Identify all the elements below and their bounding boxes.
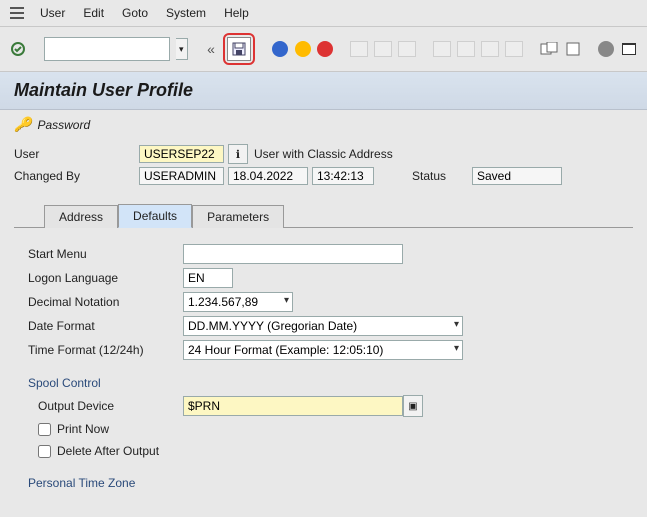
menu-system[interactable]: System bbox=[164, 4, 208, 22]
new-session-icon[interactable] bbox=[540, 39, 558, 59]
date-format-label: Date Format bbox=[28, 319, 183, 333]
time-format-select[interactable] bbox=[183, 340, 463, 360]
app-menu-icon[interactable] bbox=[10, 7, 24, 19]
user-desc: User with Classic Address bbox=[254, 147, 393, 161]
output-device-search-icon[interactable]: ▣ bbox=[403, 395, 423, 417]
spool-control-group: Spool Control bbox=[28, 376, 619, 390]
changed-date bbox=[228, 167, 308, 185]
time-format-label: Time Format (12/24h) bbox=[28, 343, 183, 357]
tab-parameters[interactable]: Parameters bbox=[192, 205, 284, 228]
user-info-icon[interactable]: ℹ bbox=[228, 144, 248, 164]
header-form: User ℹ User with Classic Address Changed… bbox=[0, 139, 647, 490]
logon-language-input[interactable] bbox=[183, 268, 233, 288]
password-button[interactable]: Password bbox=[37, 118, 90, 132]
changed-time bbox=[312, 167, 374, 185]
back-circle-icon[interactable] bbox=[272, 39, 289, 59]
menu-user[interactable]: User bbox=[38, 4, 67, 22]
user-input[interactable] bbox=[139, 145, 224, 163]
menu-goto[interactable]: Goto bbox=[120, 4, 150, 22]
date-format-select[interactable] bbox=[183, 316, 463, 336]
decimal-notation-label: Decimal Notation bbox=[28, 295, 183, 309]
first-page-icon bbox=[433, 39, 451, 59]
exit-icon[interactable] bbox=[294, 39, 311, 59]
tabstrip: Address Defaults Parameters bbox=[14, 203, 633, 228]
status-value bbox=[472, 167, 562, 185]
find-icon bbox=[374, 39, 392, 59]
last-page-icon bbox=[505, 39, 523, 59]
delete-after-output-checkbox[interactable] bbox=[38, 445, 51, 458]
output-device-input[interactable] bbox=[183, 396, 403, 416]
print-now-checkbox[interactable] bbox=[38, 423, 51, 436]
start-menu-input[interactable] bbox=[183, 244, 403, 264]
save-button-highlight bbox=[223, 33, 255, 65]
cancel-icon[interactable] bbox=[317, 39, 334, 59]
layout-icon[interactable] bbox=[620, 39, 637, 59]
status-label: Status bbox=[412, 169, 472, 183]
decimal-notation-select[interactable] bbox=[183, 292, 293, 312]
menu-edit[interactable]: Edit bbox=[81, 4, 106, 22]
back-icon[interactable]: « bbox=[205, 41, 217, 57]
personal-time-zone-group: Personal Time Zone bbox=[28, 476, 619, 490]
okcode-dropdown-icon[interactable]: ▾ bbox=[176, 38, 189, 60]
shortcut-icon[interactable] bbox=[564, 39, 581, 59]
start-menu-label: Start Menu bbox=[28, 247, 183, 261]
changed-by-value bbox=[139, 167, 224, 185]
next-page-icon bbox=[481, 39, 499, 59]
okcode-input[interactable] bbox=[44, 37, 170, 61]
key-icon[interactable]: 🔑 bbox=[14, 116, 31, 133]
save-icon[interactable] bbox=[227, 37, 251, 61]
menu-help[interactable]: Help bbox=[222, 4, 251, 22]
menubar: User Edit Goto System Help bbox=[0, 0, 647, 27]
tab-defaults-content: Start Menu Logon Language Decimal Notati… bbox=[14, 228, 633, 490]
toolbar: ▾ « bbox=[0, 27, 647, 72]
print-now-label: Print Now bbox=[57, 422, 109, 436]
user-label: User bbox=[14, 147, 139, 161]
delete-after-output-label: Delete After Output bbox=[57, 444, 159, 458]
changed-by-label: Changed By bbox=[14, 169, 139, 183]
find-next-icon bbox=[398, 39, 416, 59]
print-icon bbox=[350, 39, 368, 59]
prev-page-icon bbox=[457, 39, 475, 59]
output-device-label: Output Device bbox=[38, 399, 183, 413]
tab-defaults[interactable]: Defaults bbox=[118, 204, 192, 228]
tab-address[interactable]: Address bbox=[44, 205, 118, 228]
help-circle-icon[interactable] bbox=[598, 39, 615, 59]
logon-language-label: Logon Language bbox=[28, 271, 183, 285]
page-title: Maintain User Profile bbox=[0, 72, 647, 110]
password-row: 🔑 Password bbox=[0, 110, 647, 139]
enter-icon[interactable] bbox=[10, 39, 27, 59]
